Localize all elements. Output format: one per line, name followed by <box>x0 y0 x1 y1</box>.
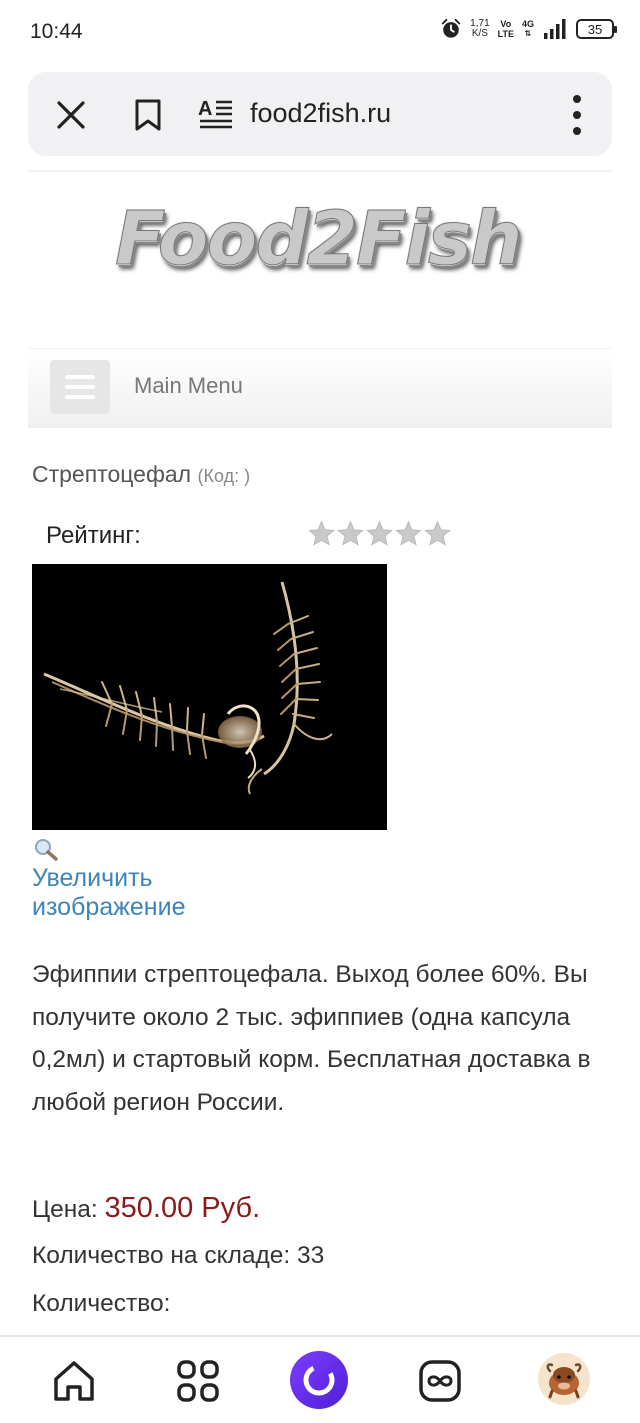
alarm-icon <box>442 18 461 38</box>
profile-avatar[interactable] <box>538 1353 590 1405</box>
browser-bottom-nav <box>0 1335 640 1423</box>
bookmark-icon[interactable] <box>134 98 162 132</box>
magnifier-icon[interactable] <box>33 838 59 862</box>
star-icon <box>308 520 335 546</box>
volte-top: Vo <box>500 19 512 29</box>
yak-avatar-icon <box>538 1353 590 1405</box>
net-speed: 1,71 K/S <box>470 19 489 39</box>
zoom-image-link[interactable]: Увеличить изображение <box>32 864 262 922</box>
reader-mode-icon[interactable]: A <box>198 96 234 130</box>
alice-assistant-icon[interactable] <box>290 1351 348 1409</box>
star-icon <box>395 520 422 546</box>
network-label: 4G <box>521 19 534 29</box>
url-field[interactable]: food2fish.ru <box>250 98 391 129</box>
page-divider <box>28 170 612 172</box>
status-time: 10:44 <box>30 20 83 43</box>
more-menu-icon[interactable] <box>572 94 582 136</box>
main-menu-label[interactable]: Main Menu <box>134 373 243 399</box>
close-icon[interactable] <box>54 98 88 132</box>
quantity-label: Количество: <box>32 1290 171 1317</box>
site-logo[interactable]: Food2Fish <box>115 196 524 286</box>
product-code: (Код: ) <box>197 466 251 486</box>
network-arrows: ⇅ <box>524 29 532 38</box>
star-icon <box>424 520 451 546</box>
battery-icon: 35 <box>576 19 617 39</box>
rating-label: Рейтинг: <box>46 522 141 549</box>
hamburger-menu-button[interactable] <box>50 360 110 414</box>
browser-address-bar: A food2fish.ru <box>28 72 612 156</box>
tabs-icon[interactable] <box>416 1357 464 1405</box>
alice-ring-icon <box>303 1364 335 1396</box>
star-icon <box>366 520 393 546</box>
volte-bottom: LTE <box>497 29 514 39</box>
streptocephalus-photo <box>32 564 387 830</box>
status-bar: 10:44 1,71 K/S Vo LTE 4G ⇅ 35 <box>0 0 640 64</box>
hamburger-icon-line <box>65 375 95 379</box>
home-icon[interactable] <box>50 1357 98 1405</box>
status-icons: 1,71 K/S Vo LTE 4G ⇅ 35 <box>440 18 617 40</box>
hamburger-icon-line <box>65 395 95 399</box>
stock-quantity: Количество на складе: 33 <box>32 1242 325 1269</box>
main-menu-bar: Main Menu <box>28 348 612 428</box>
volte-indicator: Vo LTE <box>498 19 514 39</box>
hamburger-icon-line <box>65 385 95 389</box>
price-row: Цена: 350.00 Руб. <box>32 1192 260 1225</box>
price-label: Цена: <box>32 1196 98 1223</box>
battery-level: 35 <box>587 21 603 37</box>
product-image[interactable] <box>32 564 387 830</box>
apps-grid-icon[interactable] <box>174 1357 222 1405</box>
star-icon <box>337 520 364 546</box>
rating-stars <box>308 520 451 547</box>
product-name: Стрептоцефал <box>32 461 192 487</box>
logo-text: Food2Fish <box>115 196 524 283</box>
svg-text:A: A <box>198 98 212 120</box>
net-speed-unit: K/S <box>471 28 488 39</box>
network-type: 4G ⇅ <box>522 19 534 39</box>
product-description: Эфиппии стрептоцефала. Выход более 60%. … <box>32 961 591 1116</box>
product-title: Стрептоцефал (Код: ) <box>32 461 250 488</box>
price-value: 350.00 Руб. <box>104 1192 261 1224</box>
signal-icon <box>544 19 566 39</box>
